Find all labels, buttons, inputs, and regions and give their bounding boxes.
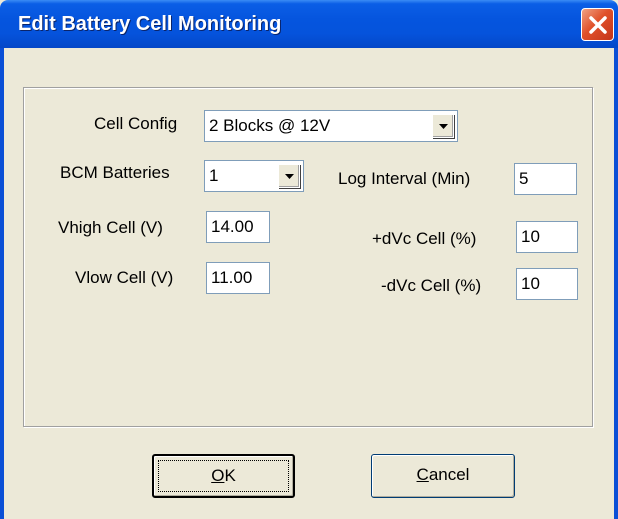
vlow-cell-label: Vlow Cell (V) <box>75 268 174 287</box>
window-title: Edit Battery Cell Monitoring <box>18 13 282 35</box>
bcm-batteries-select[interactable]: 1 <box>204 160 304 192</box>
vhigh-cell-value: 14.00 <box>211 217 254 236</box>
vhigh-cell-input[interactable]: 14.00 <box>206 211 270 243</box>
log-interval-value: 5 <box>519 169 529 188</box>
vhigh-cell-label: Vhigh Cell (V) <box>58 218 163 237</box>
minus-dvc-cell-input[interactable]: 10 <box>516 268 578 300</box>
close-button[interactable] <box>581 8 614 41</box>
bcm-batteries-dropdown-button[interactable] <box>278 164 300 188</box>
bcm-batteries-value: 1 <box>209 166 219 185</box>
cell-config-select[interactable]: 2 Blocks @ 12V <box>204 110 458 142</box>
plus-dvc-cell-input[interactable]: 10 <box>516 221 578 253</box>
window-frame-right <box>614 48 618 519</box>
minus-dvc-cell-label: -dVc Cell (%) <box>381 276 482 295</box>
dialog-window: Edit Battery Cell Monitoring Cell Config… <box>0 0 618 519</box>
window-frame-left <box>0 48 4 519</box>
vlow-cell-value: 11.00 <box>211 268 253 287</box>
log-interval-input[interactable]: 5 <box>514 163 577 195</box>
ok-button[interactable]: OK <box>152 454 295 498</box>
cell-config-value: 2 Blocks @ 12V <box>209 116 331 135</box>
cancel-button[interactable]: Cancel <box>371 454 515 498</box>
minus-dvc-cell-value: 10 <box>521 274 540 293</box>
cancel-accelerator: C <box>416 465 429 484</box>
vlow-cell-input[interactable]: 11.00 <box>206 262 270 294</box>
bcm-batteries-label: BCM Batteries <box>60 163 170 182</box>
ok-focus-rect <box>158 460 289 492</box>
cell-config-label: Cell Config <box>94 114 178 133</box>
plus-dvc-cell-label: +dVc Cell (%) <box>372 229 477 248</box>
cell-config-dropdown-button[interactable] <box>432 114 454 138</box>
log-interval-label: Log Interval (Min) <box>338 169 471 188</box>
title-bar[interactable]: Edit Battery Cell Monitoring <box>0 0 618 48</box>
cancel-label-rest: ancel <box>428 465 470 484</box>
plus-dvc-cell-value: 10 <box>521 227 540 246</box>
